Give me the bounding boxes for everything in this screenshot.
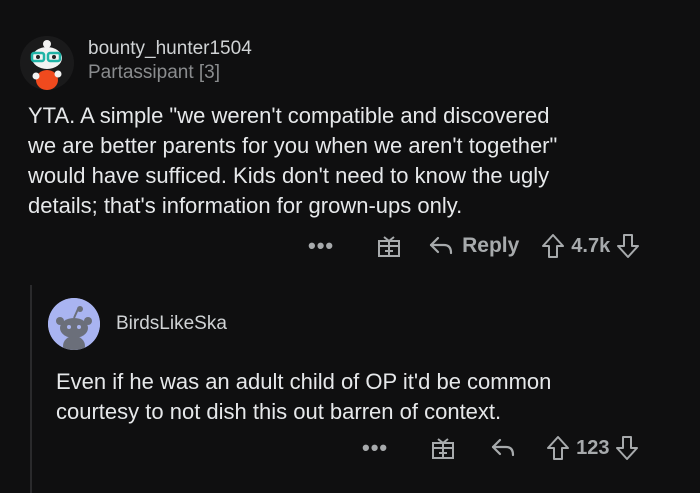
upvote-button[interactable]: [546, 435, 570, 461]
reply-button[interactable]: Reply: [428, 234, 519, 258]
user-avatar[interactable]: [20, 36, 74, 90]
upvote-button[interactable]: [541, 233, 565, 259]
gift-award-icon: [432, 438, 455, 459]
reply-arrow-icon: [430, 236, 453, 255]
snoo-avatar-icon: [48, 298, 100, 350]
comment-body: YTA. A simple "we weren't compatible and…: [28, 101, 557, 221]
comment-actions: ••• 123: [362, 433, 639, 463]
downvote-button[interactable]: [616, 233, 640, 259]
award-button[interactable]: [376, 233, 402, 259]
comment-line: courtesy to not dish this out barren of …: [56, 399, 502, 424]
username[interactable]: BirdsLikeSka: [116, 313, 227, 335]
more-options-icon[interactable]: •••: [362, 435, 388, 461]
comment-line: YTA. A simple "we weren't compatible and…: [28, 103, 550, 128]
reply-button[interactable]: [490, 437, 516, 459]
vote-score: 123: [576, 436, 610, 459]
gift-award-icon: [378, 236, 401, 257]
user-avatar[interactable]: [48, 298, 100, 350]
comment-line: would have sufficed. Kids don't need to …: [28, 163, 550, 188]
reply-label: Reply: [462, 234, 520, 257]
downvote-arrow-icon: [616, 436, 639, 460]
upvote-arrow-icon: [542, 234, 565, 258]
comment-body: Even if he was an adult child of OP it'd…: [56, 367, 551, 427]
upvote-arrow-icon: [547, 436, 570, 460]
username[interactable]: bounty_hunter1504: [88, 38, 252, 60]
comment-bounty-hunter: bounty_hunter1504 Partassipant [3] YTA. …: [0, 0, 700, 270]
comment-line: we are better parents for you when we ar…: [28, 133, 558, 158]
downvote-arrow-icon: [617, 234, 640, 258]
reply-arrow-icon: [492, 438, 515, 457]
snoo-avatar-icon: [20, 36, 74, 90]
award-button[interactable]: [430, 435, 456, 461]
comment-actions: ••• Reply 4.7k: [308, 231, 640, 261]
comment-line: Even if he was an adult child of OP it'd…: [56, 369, 552, 394]
downvote-button[interactable]: [615, 435, 639, 461]
comment-line: details; that's information for grown-up…: [28, 193, 463, 218]
vote-score: 4.7k: [571, 234, 611, 257]
more-options-icon[interactable]: •••: [308, 233, 334, 259]
user-flair: Partassipant [3]: [88, 62, 221, 83]
